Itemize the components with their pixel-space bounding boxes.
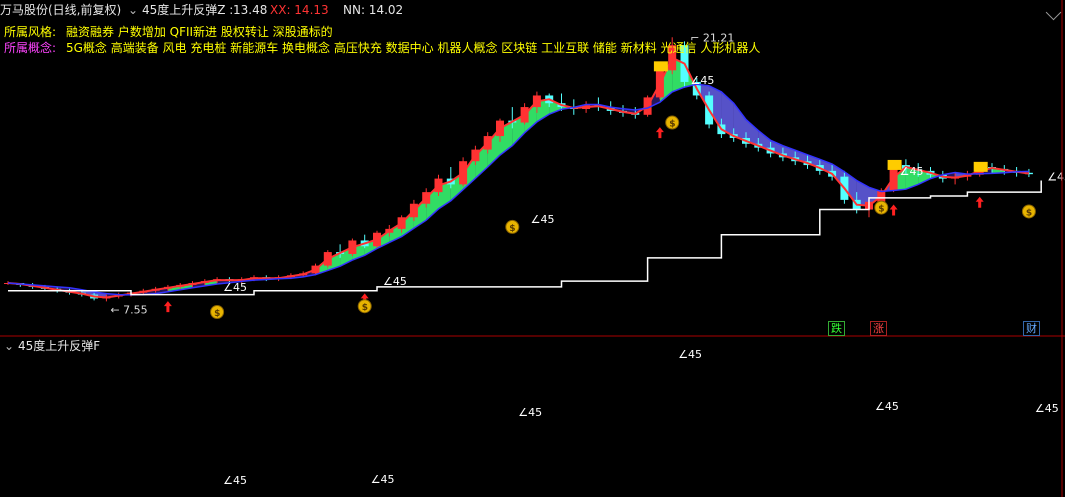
red-up-arrow-icon [975,196,984,208]
nn-label: NN: 14.02 [343,3,404,17]
ribbon-fill [8,57,1029,298]
sub-angle-label: ∠45 [223,474,247,487]
sub-panel-title: 45度上升反弹F [18,339,101,353]
zhang-marker: 涨 [870,321,887,336]
angle-label: ∠45 [531,213,555,226]
style-value: 融资融券 户数增加 QFII新进 股权转让 深股通标的 [66,25,333,39]
sub-angle-label: ∠45 [371,473,395,486]
sub-angle-label: ∠45 [1035,402,1059,415]
angle-label: ∠45 [691,74,715,87]
concept-label: 所属概念: [4,41,57,55]
red-up-arrow-icon [163,301,172,313]
overlay-annotations: ⌐ 21.21← 7.55∠45∠45∠45∠45∠45∠45$$$$$$∠45… [110,31,1065,487]
red-up-arrow-icon [889,204,898,216]
sub-angle-label: ∠45 [875,400,899,413]
concept-value: 5G概念 高端装备 风电 充电桩 新能源车 换电概念 高压快充 数据中心 机器人… [66,41,761,55]
angle-label: ∠45 [383,275,407,288]
low-label: ← 7.55 [110,303,147,316]
angle-label: ∠45 [223,281,247,294]
money-bag-symbol: $ [1026,208,1032,218]
money-bag-symbol: $ [214,309,220,319]
chevron-down-icon[interactable]: ⌄ [128,3,140,17]
gold-block [653,61,668,72]
money-bag-symbol: $ [669,120,675,130]
red-up-arrow-icon [655,127,664,139]
slow-line [7,83,1029,296]
money-bag-symbol: $ [362,303,368,313]
stock-title: 万马股份(日线,前复权) [0,3,122,17]
sub-angle-label: ∠45 [518,406,542,419]
money-bag-symbol: $ [509,224,515,234]
gold-block [973,161,988,172]
xx-label: XX: 14.13 [270,3,329,17]
support-line [8,180,1042,296]
indicator-name: 45度上升反弹Z : [142,3,234,17]
style-label: 所属风格: [4,25,57,39]
angle-label: ∠45 [900,165,924,178]
candles-group [4,37,1033,302]
die-marker: 跌 [828,321,845,336]
cai-marker: 财 [1023,321,1040,336]
sub-angle-label: ∠45 [678,348,702,361]
money-bag-symbol: $ [878,205,884,215]
fast-line [7,56,1030,299]
main-chart: ⌐ 21.21← 7.55∠45∠45∠45∠45∠45∠45$$$$$$∠45… [0,0,1065,497]
z-value: 13.48 [233,3,268,17]
ribbon-bands [8,57,1029,298]
sub-chevron-icon[interactable]: ⌄ [4,339,14,353]
indicator-lines [7,56,1042,299]
